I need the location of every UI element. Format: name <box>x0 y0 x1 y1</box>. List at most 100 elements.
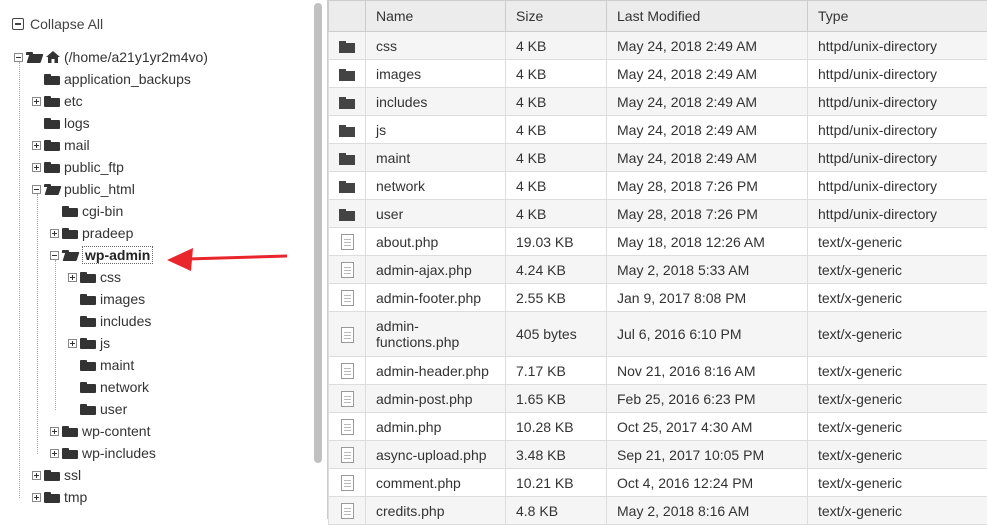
table-row[interactable]: admin-footer.php2.55 KBJan 9, 2017 8:08 … <box>329 284 987 312</box>
tree-item-label: includes <box>100 313 151 329</box>
folder-icon <box>44 492 60 503</box>
tree-item-network[interactable]: network <box>68 376 149 398</box>
tree-item-public-ftp[interactable]: public_ftp <box>32 156 124 178</box>
row-icon-cell <box>329 172 366 200</box>
tree-item-mail[interactable]: mail <box>32 134 90 156</box>
cell-size: 1.65 KB <box>506 385 607 413</box>
table-row[interactable]: admin-post.php1.65 KBFeb 25, 2016 6:23 P… <box>329 385 987 413</box>
cell-size: 4.24 KB <box>506 256 607 284</box>
table-row[interactable]: about.php19.03 KBMay 18, 2018 12:26 AMte… <box>329 228 987 256</box>
table-row[interactable]: network4 KBMay 28, 2018 7:26 PMhttpd/uni… <box>329 172 987 200</box>
tree-item-js[interactable]: js <box>68 332 110 354</box>
collapse-toggle-icon[interactable] <box>32 185 41 194</box>
table-row[interactable]: js4 KBMay 24, 2018 2:49 AMhttpd/unix-dir… <box>329 116 987 144</box>
tree-item-maint[interactable]: maint <box>68 354 134 376</box>
column-header-modified[interactable]: Last Modified <box>607 1 808 32</box>
cell-type: text/x-generic <box>808 357 987 385</box>
cell-size: 4.8 KB <box>506 497 607 525</box>
folder-icon <box>44 162 60 173</box>
file-icon <box>341 262 354 278</box>
tree-item-root[interactable]: (/home/a21y1yr2m4vo) <box>14 46 208 68</box>
folder-open-icon <box>62 250 78 261</box>
table-row[interactable]: images4 KBMay 24, 2018 2:49 AMhttpd/unix… <box>329 60 987 88</box>
tree-item-user[interactable]: user <box>68 398 127 420</box>
tree-item-pradeep[interactable]: pradeep <box>50 222 133 244</box>
column-header-name[interactable]: Name <box>366 1 506 32</box>
expand-toggle-icon[interactable] <box>50 449 59 458</box>
scrollbar-thumb[interactable] <box>314 3 322 463</box>
table-row[interactable]: admin- functions.php405 bytesJul 6, 2016… <box>329 312 987 357</box>
cell-modified: May 28, 2018 7:26 PM <box>607 172 808 200</box>
tree-item-images[interactable]: images <box>68 288 145 310</box>
row-icon-cell <box>329 385 366 413</box>
tree-item-etc[interactable]: etc <box>32 90 83 112</box>
expand-toggle-icon[interactable] <box>68 339 77 348</box>
table-row[interactable]: async-upload.php3.48 KBSep 21, 2017 10:0… <box>329 441 987 469</box>
tree-item-label: js <box>100 335 110 351</box>
tree-item-logs[interactable]: logs <box>32 112 90 134</box>
row-icon-cell <box>329 228 366 256</box>
table-row[interactable]: comment.php10.21 KBOct 4, 2016 12:24 PMt… <box>329 469 987 497</box>
folder-icon <box>339 181 355 193</box>
table-row[interactable]: admin-header.php7.17 KBNov 21, 2016 8:16… <box>329 357 987 385</box>
expand-toggle-icon[interactable] <box>50 427 59 436</box>
tree-item-includes[interactable]: includes <box>68 310 151 332</box>
folder-icon <box>339 209 355 221</box>
expand-toggle-icon[interactable] <box>32 97 41 106</box>
column-header-type[interactable]: Type <box>808 1 987 32</box>
tree-scrollbar[interactable] <box>312 0 324 465</box>
cell-size: 7.17 KB <box>506 357 607 385</box>
table-row[interactable]: css4 KBMay 24, 2018 2:49 AMhttpd/unix-di… <box>329 32 987 60</box>
cell-size: 4 KB <box>506 32 607 60</box>
tree-item-public-html[interactable]: public_html <box>32 178 135 200</box>
table-row[interactable]: admin.php10.28 KBOct 25, 2017 4:30 AMtex… <box>329 413 987 441</box>
cell-size: 405 bytes <box>506 312 607 357</box>
expand-toggle-icon[interactable] <box>32 493 41 502</box>
row-icon-cell <box>329 469 366 497</box>
tree-item-label: maint <box>100 357 134 373</box>
table-row[interactable]: includes4 KBMay 24, 2018 2:49 AMhttpd/un… <box>329 88 987 116</box>
folder-icon <box>44 96 60 107</box>
cell-size: 4 KB <box>506 60 607 88</box>
cell-name: images <box>366 60 506 88</box>
tree-item-wp-admin[interactable]: wp-admin <box>50 244 153 266</box>
tree-item-tmp[interactable]: tmp <box>32 486 87 508</box>
tree-guide-line <box>37 194 38 454</box>
folder-open-icon <box>26 52 42 63</box>
cell-type: httpd/unix-directory <box>808 172 987 200</box>
column-header-size[interactable]: Size <box>506 1 607 32</box>
file-icon <box>341 503 354 519</box>
cell-type: text/x-generic <box>808 469 987 497</box>
cell-name: admin-header.php <box>366 357 506 385</box>
file-icon <box>341 234 354 250</box>
file-icon <box>341 391 354 407</box>
tree-item-label: css <box>100 269 121 285</box>
collapse-all-button[interactable]: Collapse All <box>12 16 103 32</box>
tree-item-wp-content[interactable]: wp-content <box>50 420 150 442</box>
folder-icon <box>80 404 96 415</box>
expand-toggle-icon[interactable] <box>68 273 77 282</box>
table-row[interactable]: user4 KBMay 28, 2018 7:26 PMhttpd/unix-d… <box>329 200 987 228</box>
folder-icon <box>44 74 60 85</box>
cell-size: 4 KB <box>506 88 607 116</box>
cell-modified: Feb 25, 2016 6:23 PM <box>607 385 808 413</box>
cell-name: async-upload.php <box>366 441 506 469</box>
tree-item-ssl[interactable]: ssl <box>32 464 81 486</box>
cell-size: 4 KB <box>506 116 607 144</box>
tree-item-label: etc <box>64 93 83 109</box>
file-table: Name Size Last Modified Type css4 KBMay … <box>328 0 987 525</box>
expand-toggle-icon[interactable] <box>32 163 41 172</box>
tree-item-cgi-bin[interactable]: cgi-bin <box>50 200 123 222</box>
cell-modified: Jan 9, 2017 8:08 PM <box>607 284 808 312</box>
table-row[interactable]: credits.php4.8 KBMay 2, 2018 8:16 AMtext… <box>329 497 987 525</box>
collapse-toggle-icon[interactable] <box>50 251 59 260</box>
collapse-toggle-icon[interactable] <box>14 53 23 62</box>
tree-item-application-backups[interactable]: application_backups <box>32 68 191 90</box>
expand-toggle-icon[interactable] <box>50 229 59 238</box>
expand-toggle-icon[interactable] <box>32 471 41 480</box>
table-row[interactable]: admin-ajax.php4.24 KBMay 2, 2018 5:33 AM… <box>329 256 987 284</box>
expand-toggle-icon[interactable] <box>32 141 41 150</box>
table-row[interactable]: maint4 KBMay 24, 2018 2:49 AMhttpd/unix-… <box>329 144 987 172</box>
tree-item-wp-includes[interactable]: wp-includes <box>50 442 156 464</box>
tree-item-css[interactable]: css <box>68 266 121 288</box>
